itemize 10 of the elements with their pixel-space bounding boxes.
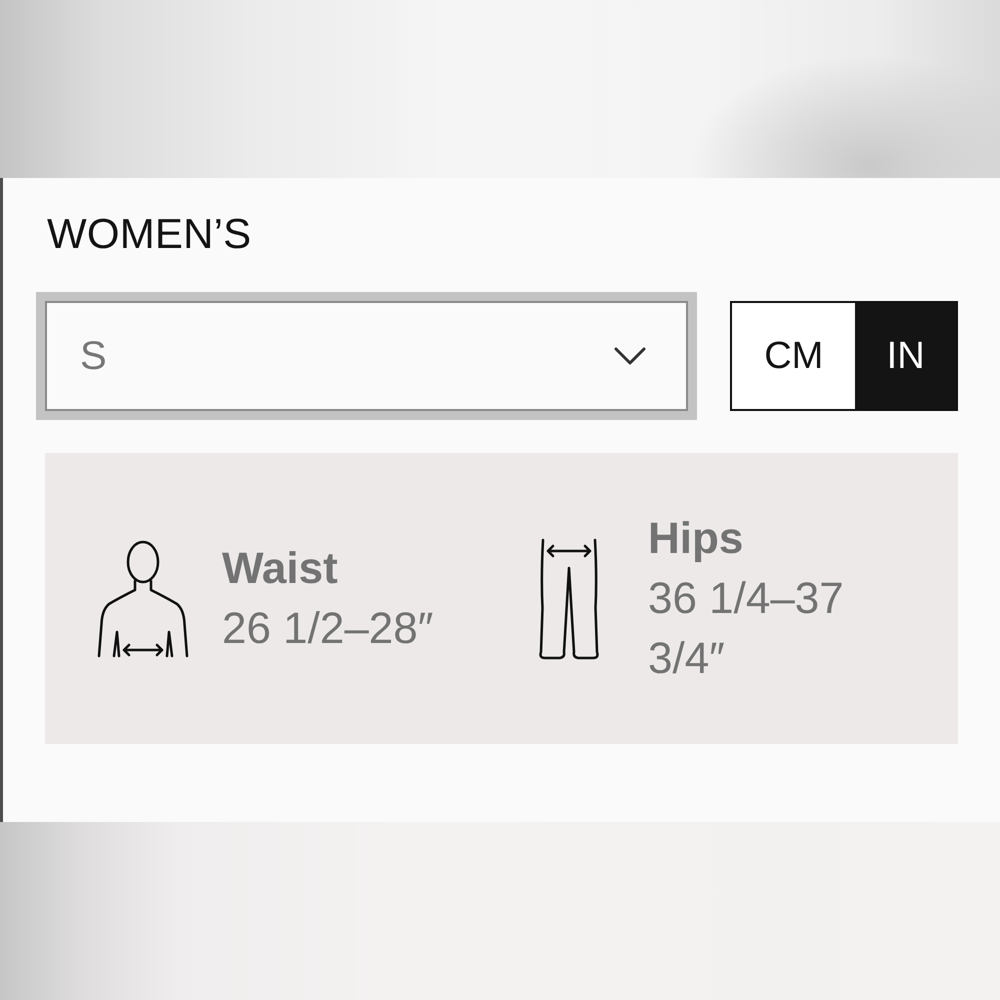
measurement-label: Waist bbox=[222, 542, 339, 594]
section-title: WOMEN’S bbox=[47, 209, 252, 259]
measurement-label: Hips bbox=[648, 512, 744, 564]
measurement-value: 26 1/2–28″ bbox=[222, 602, 434, 654]
chevron-down-icon bbox=[614, 347, 646, 365]
measurement-value: 36 1/4–37 3/4″ bbox=[648, 572, 845, 684]
unit-button[interactable]: IN bbox=[855, 303, 956, 409]
torso-icon bbox=[97, 540, 189, 658]
unit-button[interactable]: CM bbox=[732, 303, 856, 409]
trousers-icon bbox=[538, 538, 600, 660]
